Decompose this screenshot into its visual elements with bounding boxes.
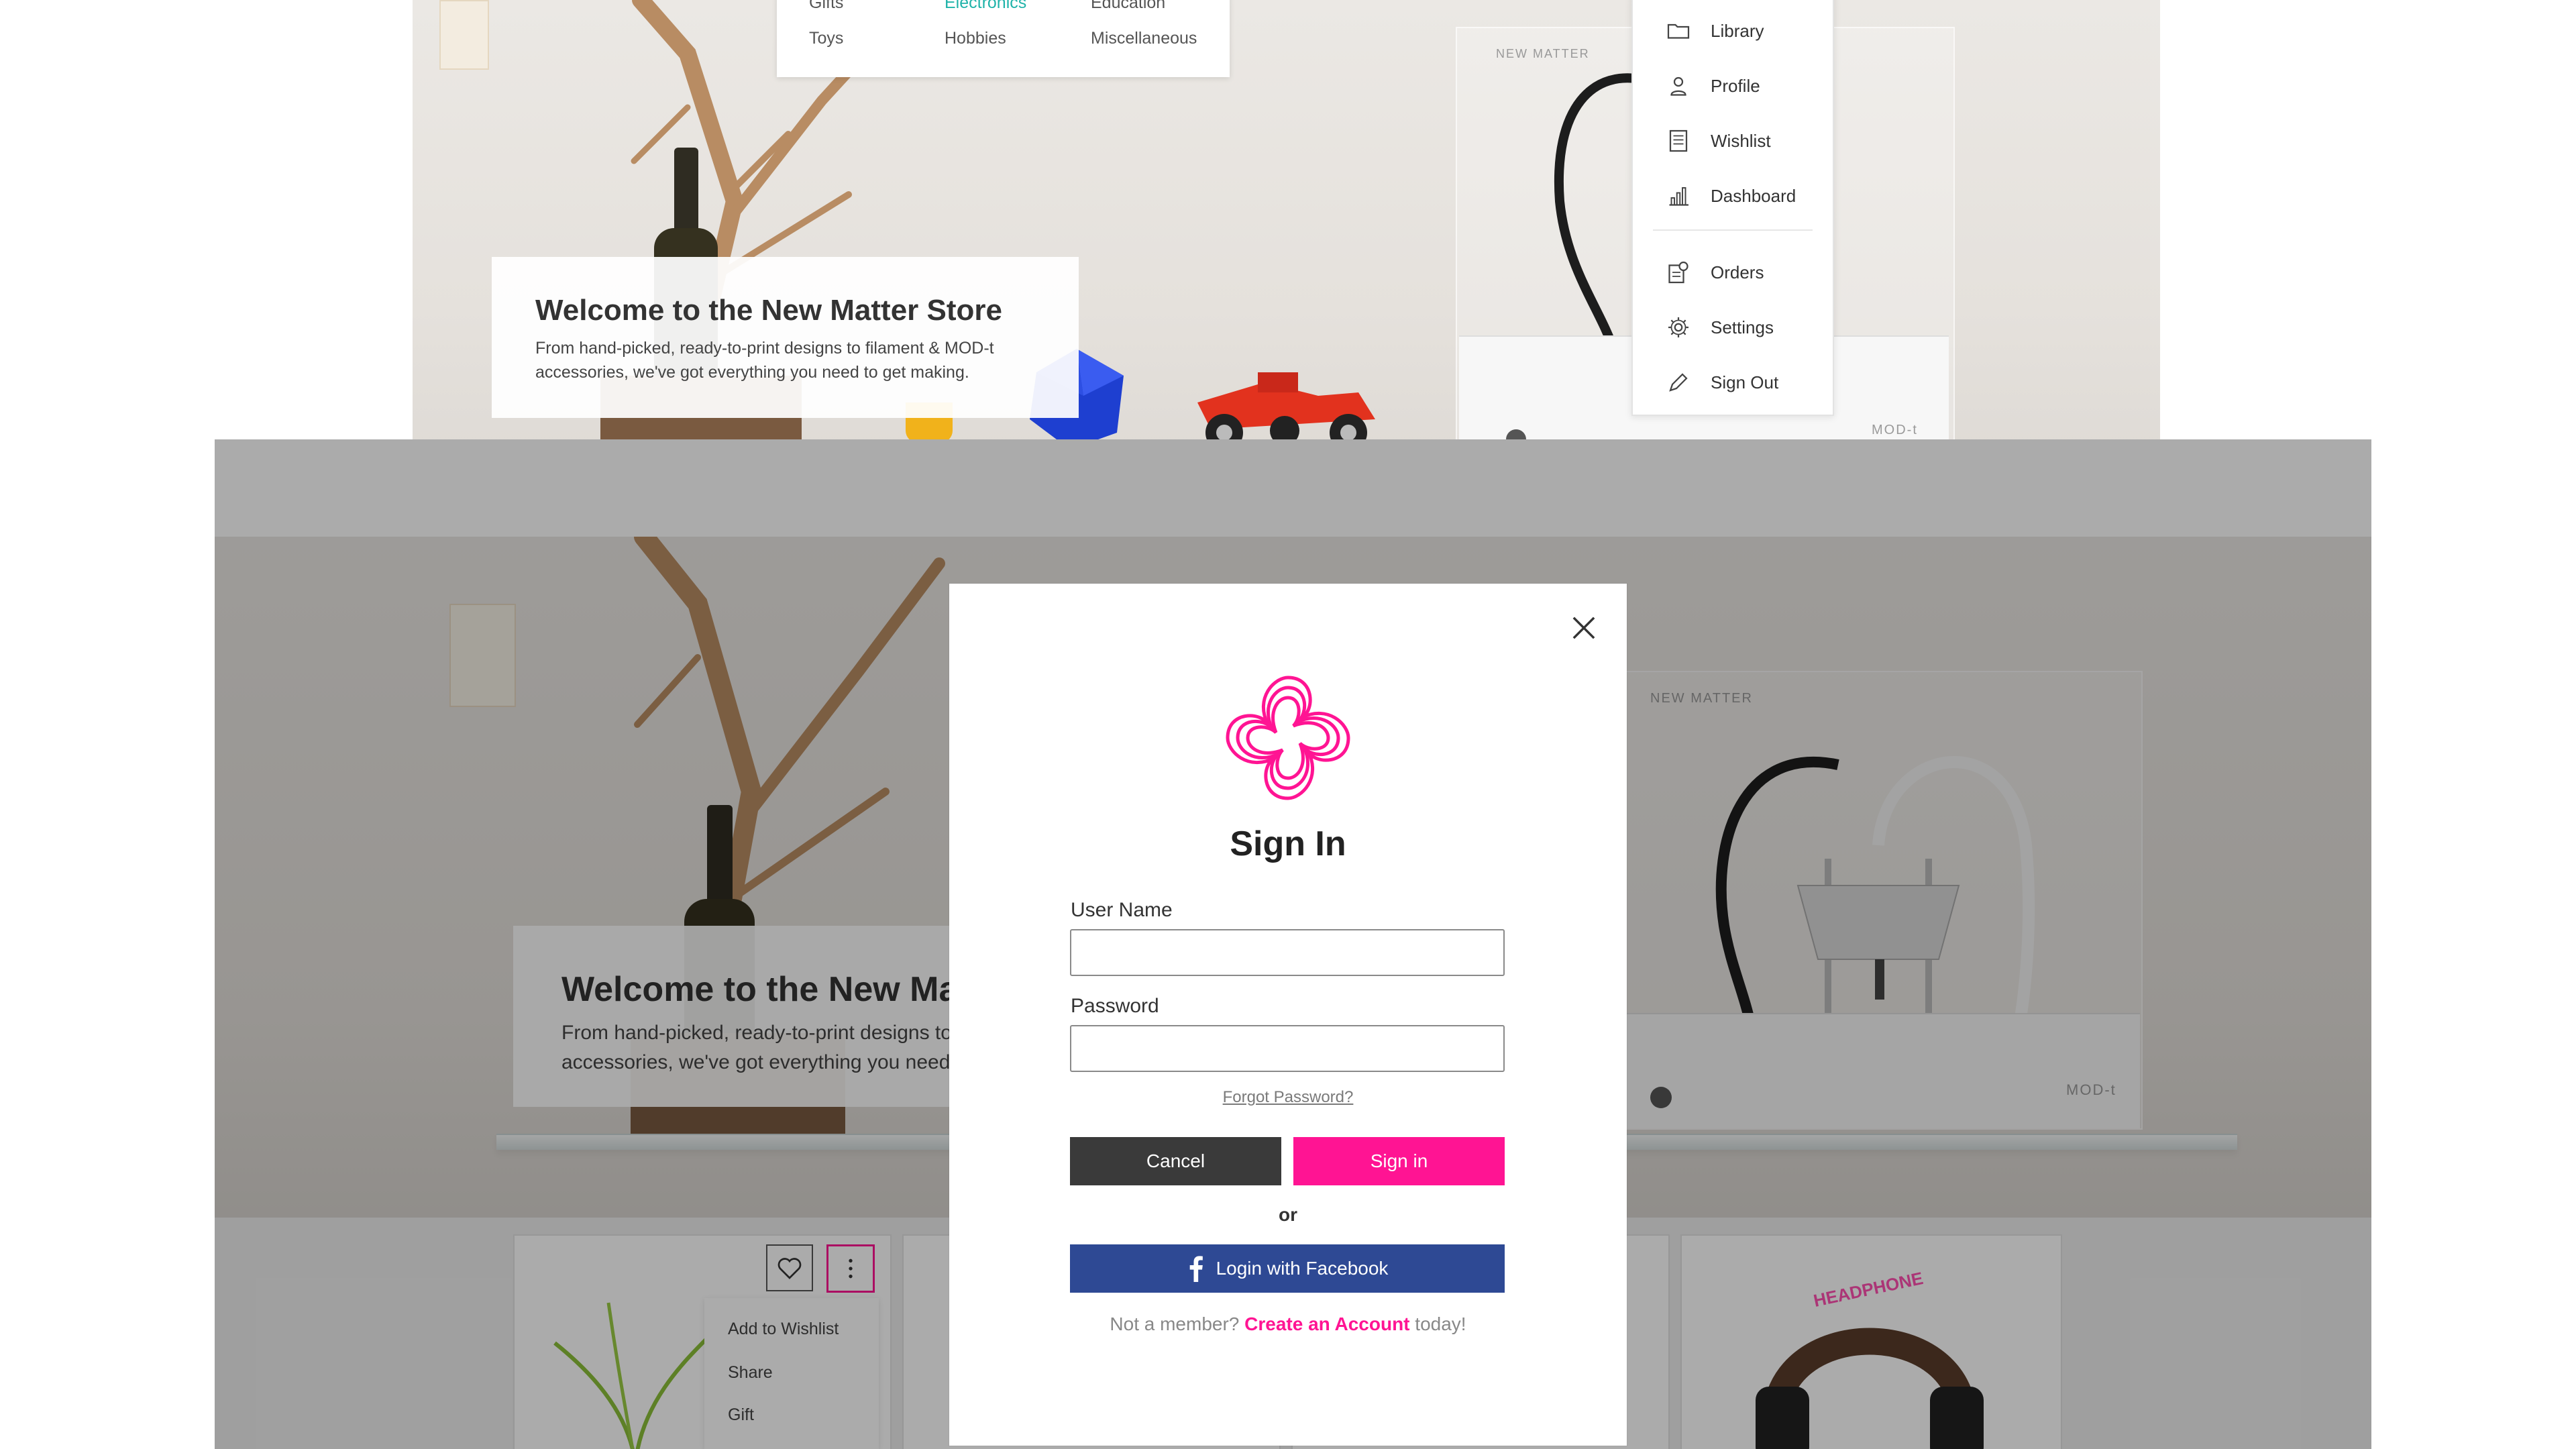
account-menu-sign-out-label: Sign Out [1711,372,1779,392]
cancel-button[interactable]: Cancel [1070,1137,1281,1185]
close-icon[interactable] [1566,610,1601,645]
list-icon [1669,129,1688,152]
forgot-password-link[interactable]: Forgot Password? [949,1088,1627,1107]
welcome-card: Welcome to the New Matter Store From han… [492,257,1079,418]
account-menu-library[interactable]: Library [1666,13,1764,48]
printer-model-label: MOD-t [1872,423,1918,437]
facebook-login-label: Login with Facebook [1216,1258,1389,1279]
create-account-link[interactable]: Create an Account [1244,1313,1409,1334]
signup-prompt: Not a member? Create an Account today! [949,1313,1627,1335]
user-icon [1670,76,1686,96]
hanging-tag-image [439,0,489,70]
username-input[interactable] [1070,929,1505,976]
printer-filament-image [1554,73,1647,349]
account-menu-settings-label: Settings [1711,317,1774,337]
account-menu-library-label: Library [1711,20,1764,41]
account-menu-dashboard[interactable]: Dashboard [1666,178,1796,213]
password-input[interactable] [1070,1025,1505,1072]
account-menu-sign-out[interactable]: Sign Out [1666,365,1778,400]
account-menu-wishlist[interactable]: Wishlist [1666,123,1771,158]
account-menu-settings[interactable]: Settings [1666,310,1774,345]
or-separator: or [1279,1204,1297,1225]
category-miscellaneous[interactable]: Miscellaneous [1091,29,1197,48]
category-education[interactable]: Education [1091,0,1165,13]
sign-in-button[interactable]: Sign in [1293,1137,1505,1185]
account-menu: Library Profile Wishlist Dashboard Order… [1631,0,1834,416]
folder-icon [1667,23,1690,39]
gear-icon [1668,317,1688,337]
account-menu-profile[interactable]: Profile [1666,68,1760,103]
facebook-icon [1189,1256,1203,1282]
pencil-icon [1669,373,1688,392]
category-electronics[interactable]: Electronics [945,0,1026,13]
account-menu-dashboard-label: Dashboard [1711,185,1796,206]
username-label: User Name [1071,899,1173,921]
category-toys[interactable]: Toys [809,29,843,48]
category-gifts[interactable]: Gifts [809,0,843,13]
account-menu-profile-label: Profile [1711,75,1760,96]
account-menu-orders[interactable]: Orders [1666,255,1764,290]
category-menu: Gifts Electronics Education Toys Hobbies… [777,0,1230,77]
facebook-login-button[interactable]: Login with Facebook [1070,1244,1505,1293]
printer-brand-label: NEW MATTER [1496,47,1590,60]
sign-in-modal: Sign In User Name Password Forgot Passwo… [949,584,1627,1446]
password-label: Password [1071,995,1159,1017]
bar-chart-icon [1669,187,1688,206]
account-menu-orders-label: Orders [1711,262,1764,282]
welcome-body: From hand-picked, ready-to-print designs… [535,339,994,382]
not-member-text: Not a member? [1110,1313,1240,1334]
account-menu-wishlist-label: Wishlist [1711,130,1771,151]
orders-icon [1668,261,1688,284]
new-matter-logo-icon [1226,676,1350,800]
category-hobbies[interactable]: Hobbies [945,29,1006,48]
welcome-title: Welcome to the New Matter Store [535,294,1002,327]
today-text: today! [1415,1313,1466,1334]
modal-title: Sign In [1230,824,1346,863]
account-menu-divider [1653,229,1813,231]
